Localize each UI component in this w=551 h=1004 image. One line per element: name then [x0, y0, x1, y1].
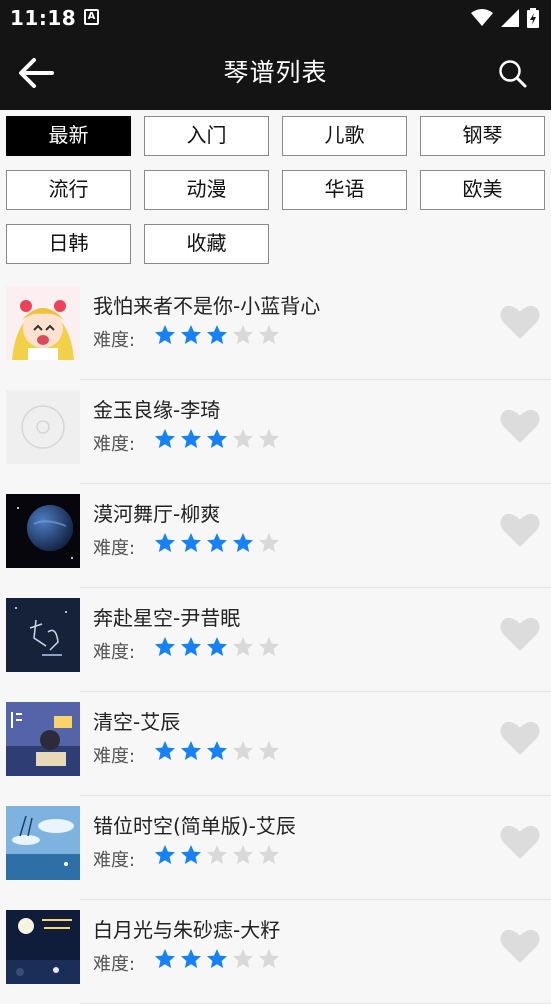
star-empty-icon	[259, 845, 279, 864]
star-filled-icon	[181, 429, 201, 448]
song-cover-image	[6, 286, 80, 360]
song-title: 白月光与朱砂痣-大籽	[93, 918, 281, 942]
song-title: 清空-艾辰	[93, 710, 181, 734]
list-item[interactable]: 奔赴星空-尹昔眠 难度:	[0, 588, 551, 692]
chip-4[interactable]: 钢琴	[420, 116, 545, 156]
difficulty-stars	[154, 948, 280, 970]
star-empty-icon	[259, 741, 279, 760]
list-item[interactable]: 漠河舞厅-柳爽 难度:	[0, 484, 551, 588]
song-title: 奔赴星空-尹昔眠	[93, 606, 241, 630]
signal-icon	[501, 9, 519, 27]
star-empty-icon	[233, 429, 253, 448]
difficulty-stars	[154, 428, 280, 450]
song-cover-image	[6, 598, 80, 672]
difficulty-label: 难度:	[93, 642, 136, 663]
song-cover-image	[6, 702, 80, 776]
star-filled-icon	[207, 637, 227, 656]
page-title: 琴谱列表	[223, 58, 328, 87]
star-filled-icon	[181, 325, 201, 344]
list-item[interactable]: 错位时空(简单版)-艾辰 难度:	[0, 796, 551, 900]
star-empty-icon	[233, 325, 253, 344]
search-button[interactable]	[493, 56, 533, 92]
star-filled-icon	[207, 949, 227, 968]
difficulty-label: 难度:	[93, 746, 136, 767]
difficulty-label: 难度:	[93, 954, 136, 975]
chip-3[interactable]: 儿歌	[282, 116, 407, 156]
chip-8[interactable]: 欧美	[420, 170, 545, 210]
difficulty-stars	[154, 324, 280, 346]
song-title: 漠河舞厅-柳爽	[93, 502, 221, 526]
favorite-heart-icon[interactable]	[499, 407, 541, 445]
search-icon	[499, 60, 527, 88]
star-filled-icon	[155, 325, 175, 344]
chip-10[interactable]: 收藏	[144, 224, 269, 264]
favorite-heart-icon[interactable]	[499, 823, 541, 861]
chip-5[interactable]: 流行	[6, 170, 131, 210]
star-empty-icon	[233, 845, 253, 864]
star-empty-icon	[259, 429, 279, 448]
difficulty-label: 难度:	[93, 538, 136, 559]
favorite-heart-icon[interactable]	[499, 719, 541, 757]
app-bar: 琴谱列表	[0, 36, 551, 110]
battery-icon	[527, 8, 539, 28]
notification-icon: A	[84, 9, 99, 25]
star-filled-icon	[155, 741, 175, 760]
star-filled-icon	[207, 325, 227, 344]
song-cover-image	[6, 494, 80, 568]
star-filled-icon	[181, 637, 201, 656]
difficulty-label: 难度:	[93, 434, 136, 455]
star-filled-icon	[207, 429, 227, 448]
star-empty-icon	[233, 741, 253, 760]
star-filled-icon	[207, 741, 227, 760]
star-filled-icon	[181, 741, 201, 760]
song-title: 金玉良缘-李琦	[93, 398, 221, 422]
difficulty-label: 难度:	[93, 330, 136, 351]
difficulty-label: 难度:	[93, 850, 136, 871]
favorite-heart-icon[interactable]	[499, 303, 541, 341]
star-empty-icon	[233, 949, 253, 968]
star-empty-icon	[233, 637, 253, 656]
chip-1[interactable]: 最新	[6, 116, 131, 156]
star-empty-icon	[259, 533, 279, 552]
star-filled-icon	[181, 845, 201, 864]
list-item[interactable]: 白月光与朱砂痣-大籽 难度:	[0, 900, 551, 1004]
difficulty-stars	[154, 844, 280, 866]
difficulty-stars	[154, 740, 280, 762]
star-filled-icon	[155, 533, 175, 552]
song-cover-image	[6, 806, 80, 880]
star-filled-icon	[181, 949, 201, 968]
status-icons	[471, 8, 539, 28]
favorite-heart-icon[interactable]	[499, 615, 541, 653]
list-item[interactable]: 金玉良缘-李琦 难度:	[0, 380, 551, 484]
star-empty-icon	[259, 637, 279, 656]
wifi-icon	[471, 9, 493, 26]
star-filled-icon	[155, 637, 175, 656]
song-cover-image	[6, 390, 80, 464]
star-filled-icon	[233, 533, 253, 552]
star-filled-icon	[155, 845, 175, 864]
song-cover-image	[6, 910, 80, 984]
difficulty-stars	[154, 636, 280, 658]
list-item[interactable]: 我怕来者不是你-小蓝背心 难度:	[0, 276, 551, 380]
chip-2[interactable]: 入门	[144, 116, 269, 156]
favorite-heart-icon[interactable]	[499, 511, 541, 549]
difficulty-stars	[154, 532, 280, 554]
status-time: 11:18	[10, 6, 77, 30]
favorite-heart-icon[interactable]	[499, 927, 541, 965]
chip-6[interactable]: 动漫	[144, 170, 269, 210]
chip-7[interactable]: 华语	[282, 170, 407, 210]
status-bar: 11:18 A	[0, 0, 551, 36]
star-empty-icon	[259, 325, 279, 344]
star-filled-icon	[155, 429, 175, 448]
star-filled-icon	[155, 949, 175, 968]
song-title: 我怕来者不是你-小蓝背心	[93, 294, 321, 318]
star-empty-icon	[207, 845, 227, 864]
list-item[interactable]: 清空-艾辰难度:	[0, 692, 551, 796]
song-title: 错位时空(简单版)-艾辰	[93, 814, 296, 838]
star-filled-icon	[181, 533, 201, 552]
star-filled-icon	[207, 533, 227, 552]
star-empty-icon	[259, 949, 279, 968]
chip-9[interactable]: 日韩	[6, 224, 131, 264]
